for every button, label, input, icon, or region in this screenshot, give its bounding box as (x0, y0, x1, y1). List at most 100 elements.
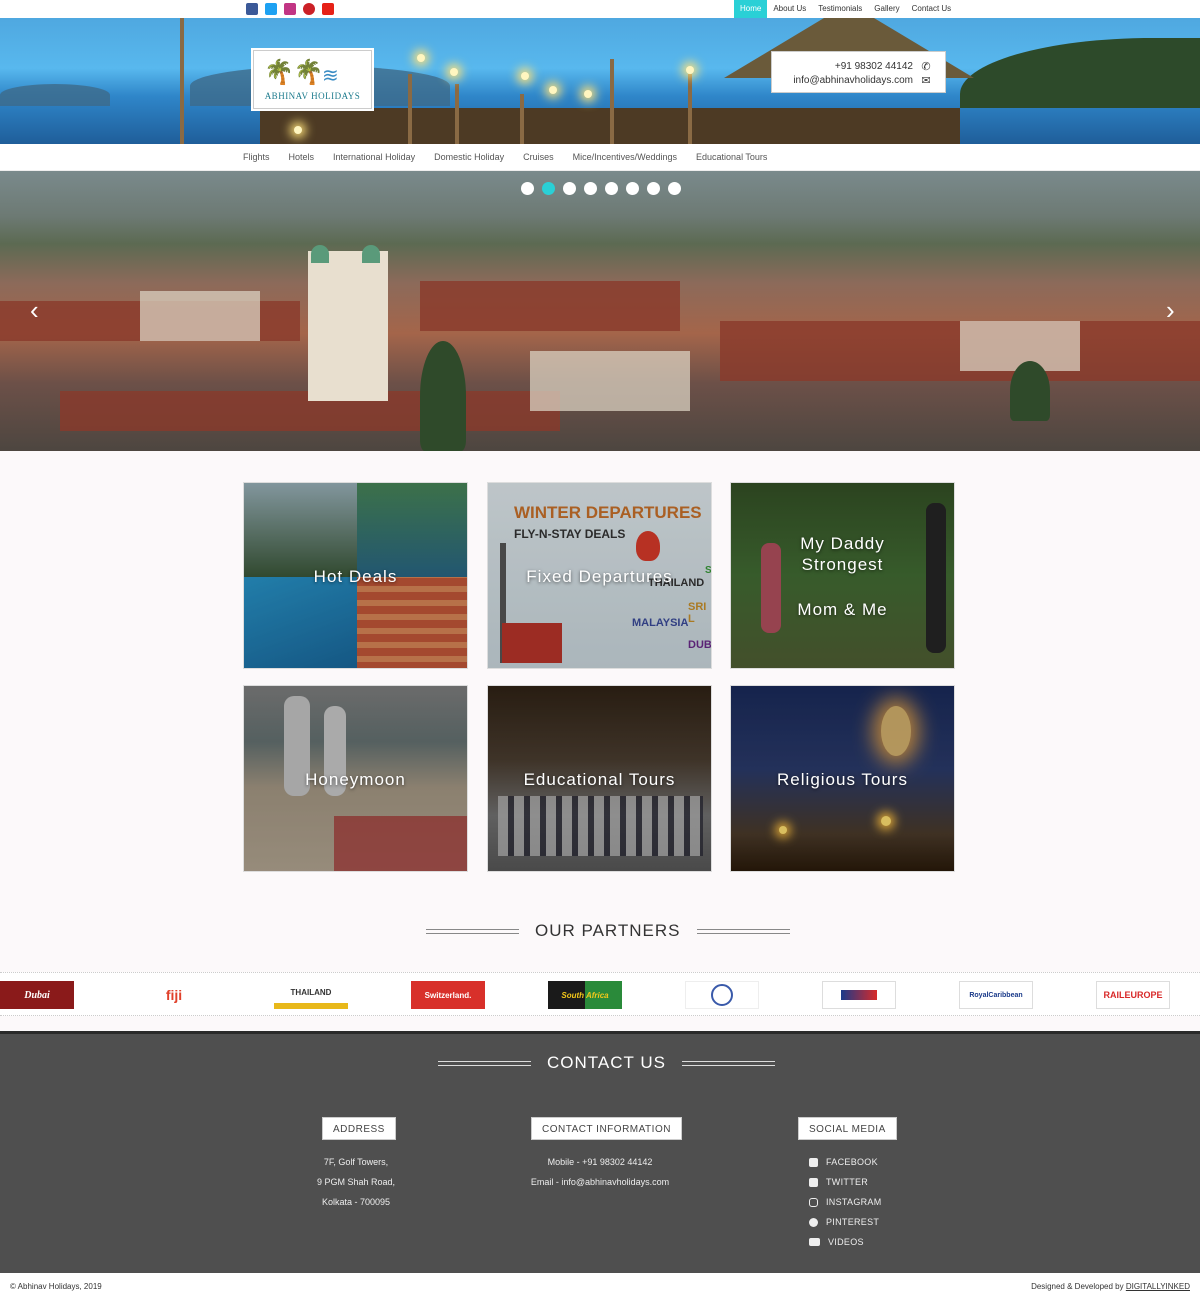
chevron-right-icon[interactable]: › (1166, 297, 1175, 323)
chevron-left-icon[interactable]: ‹ (30, 297, 39, 323)
church-dome (311, 245, 329, 263)
bottom-bar: © Abhinav Holidays, 2019 Designed & Deve… (0, 1273, 1200, 1299)
slider-dot[interactable] (605, 182, 618, 195)
contact-title: CONTACT US (547, 1053, 666, 1072)
header-phone-text: +91 98302 44142 (834, 61, 913, 72)
tile-religious-tours[interactable]: Religious Tours (730, 685, 955, 872)
slider-dot[interactable] (521, 182, 534, 195)
instagram-icon (809, 1197, 818, 1207)
top-nav-gallery[interactable]: Gallery (868, 0, 905, 18)
contact-mobile[interactable]: Mobile - +91 98302 44142 (500, 1152, 700, 1172)
nav-domestic-holiday[interactable]: Domestic Holiday (434, 144, 504, 171)
header-email[interactable]: info@abhinavholidays.com ✉ (793, 74, 931, 87)
header-contact-box: +91 98302 44142 ✆ info@abhinavholidays.c… (771, 51, 946, 93)
partner-logo-dubai[interactable]: Dubai (0, 981, 74, 1009)
church-dome (362, 245, 380, 263)
partner-logo-rail-europe[interactable]: RAILEUROPE (1096, 981, 1170, 1009)
partners-heading: OUR PARTNERS (426, 921, 790, 941)
slider-dot[interactable] (668, 182, 681, 195)
header-email-text: info@abhinavholidays.com (793, 75, 913, 86)
credit-label: Designed & Developed by (1031, 1282, 1124, 1291)
heading-rule (438, 1060, 531, 1066)
top-nav-about[interactable]: About Us (767, 0, 812, 18)
rooftops (420, 281, 680, 331)
credit-link[interactable]: DIGITALLYINKED (1126, 1282, 1190, 1291)
twitter-icon (809, 1177, 818, 1187)
lantern (294, 126, 302, 134)
nav-hotels[interactable]: Hotels (289, 144, 315, 171)
slider-dot-active[interactable] (542, 182, 555, 195)
nav-mice-incentives-weddings[interactable]: Mice/Incentives/Weddings (573, 144, 677, 171)
tile-honeymoon[interactable]: Honeymoon (243, 685, 468, 872)
social-link-label: PINTEREST (826, 1217, 880, 1227)
partners-title: OUR PARTNERS (535, 921, 681, 940)
hero-banner: 🌴🌴 ≋ ABHINAV HOLIDAYS +91 98302 44142 ✆ … (0, 18, 1200, 144)
copyright-text: © Abhinav Holidays, 2019 (10, 1282, 102, 1291)
pole (688, 74, 692, 144)
social-link-facebook[interactable]: FACEBOOK (809, 1152, 882, 1172)
partner-logo-royal-caribbean[interactable]: RoyalCaribbean (959, 981, 1033, 1009)
nav-flights[interactable]: Flights (243, 144, 270, 171)
heading-rule (681, 1060, 775, 1066)
top-social-icons (246, 3, 334, 15)
partner-logo-thailand[interactable]: THAILAND (274, 981, 348, 1009)
social-link-pinterest[interactable]: PINTEREST (809, 1212, 882, 1232)
contact-email[interactable]: Email - info@abhinavholidays.com (500, 1172, 700, 1192)
lantern (417, 54, 425, 62)
tree (420, 341, 466, 451)
partner-logo-switzerland[interactable]: Switzerland. (411, 981, 485, 1009)
social-link-videos[interactable]: VIDEOS (809, 1232, 882, 1252)
tile-label: Fixed Departures (526, 567, 673, 586)
tile-label: Hot Deals (313, 567, 398, 586)
tile-fixed-departures[interactable]: WINTER DEPARTURES FLY-N-STAY DEALS THAIL… (487, 482, 712, 669)
social-link-twitter[interactable]: TWITTER (809, 1172, 882, 1192)
church (308, 251, 388, 401)
pole (180, 18, 184, 144)
lantern (521, 72, 529, 80)
twitter-icon[interactable] (265, 3, 277, 15)
lantern (686, 66, 694, 74)
youtube-icon (809, 1238, 820, 1246)
partner-logo-fiji[interactable]: fiji (137, 981, 211, 1009)
contact-info-block: Mobile - +91 98302 44142 Email - info@ab… (500, 1152, 700, 1192)
instagram-icon[interactable] (284, 3, 296, 15)
nav-cruises[interactable]: Cruises (523, 144, 554, 171)
top-nav-home[interactable]: Home (734, 0, 768, 18)
address-line: Kolkata - 700095 (321, 1197, 391, 1207)
pinterest-icon[interactable] (303, 3, 315, 15)
partner-logo-cruise[interactable] (822, 981, 896, 1009)
tile-educational-tours[interactable]: Educational Tours (487, 685, 712, 872)
tile-label: Religious Tours (777, 770, 908, 789)
cruise-icon (841, 990, 877, 1000)
youtube-icon[interactable] (322, 3, 334, 15)
slider-dot[interactable] (626, 182, 639, 195)
tile-my-daddy-strongest[interactable]: My Daddy Strongest Mom & Me (730, 482, 955, 669)
social-link-label: FACEBOOK (826, 1157, 878, 1167)
brand-logo[interactable]: 🌴🌴 ≋ ABHINAV HOLIDAYS (251, 48, 374, 111)
top-nav-contact[interactable]: Contact Us (906, 0, 958, 18)
partner-logo-south-africa[interactable]: South Africa (548, 981, 622, 1009)
credit-text: Designed & Developed by DIGITALLYINKED (1031, 1282, 1190, 1291)
image-slider[interactable]: ‹ › (0, 171, 1200, 451)
slider-dots (521, 182, 681, 195)
top-bar: Home About Us Testimonials Gallery Conta… (0, 0, 1200, 18)
facebook-icon[interactable] (246, 3, 258, 15)
nav-educational-tours[interactable]: Educational Tours (696, 144, 767, 171)
address-line: 9 PGM Shah Road, (316, 1177, 396, 1187)
tile-label: Honeymoon (305, 770, 406, 789)
top-nav-testimonials[interactable]: Testimonials (812, 0, 868, 18)
address-line: 7F, Golf Towers, (323, 1157, 389, 1167)
nav-international-holiday[interactable]: International Holiday (333, 144, 415, 171)
contact-info-heading: CONTACT INFORMATION (531, 1117, 682, 1140)
header-phone[interactable]: +91 98302 44142 ✆ (835, 60, 931, 73)
pole (455, 84, 459, 144)
slider-dot[interactable] (647, 182, 660, 195)
slider-dot[interactable] (584, 182, 597, 195)
emblem-icon (711, 984, 733, 1006)
partner-logo-emblem[interactable] (685, 981, 759, 1009)
partners-carousel[interactable]: Dubai fiji THAILAND Switzerland. South A… (0, 972, 1200, 1016)
pole (520, 94, 524, 144)
social-link-instagram[interactable]: INSTAGRAM (809, 1192, 882, 1212)
slider-dot[interactable] (563, 182, 576, 195)
tile-hot-deals[interactable]: Hot Deals (243, 482, 468, 669)
